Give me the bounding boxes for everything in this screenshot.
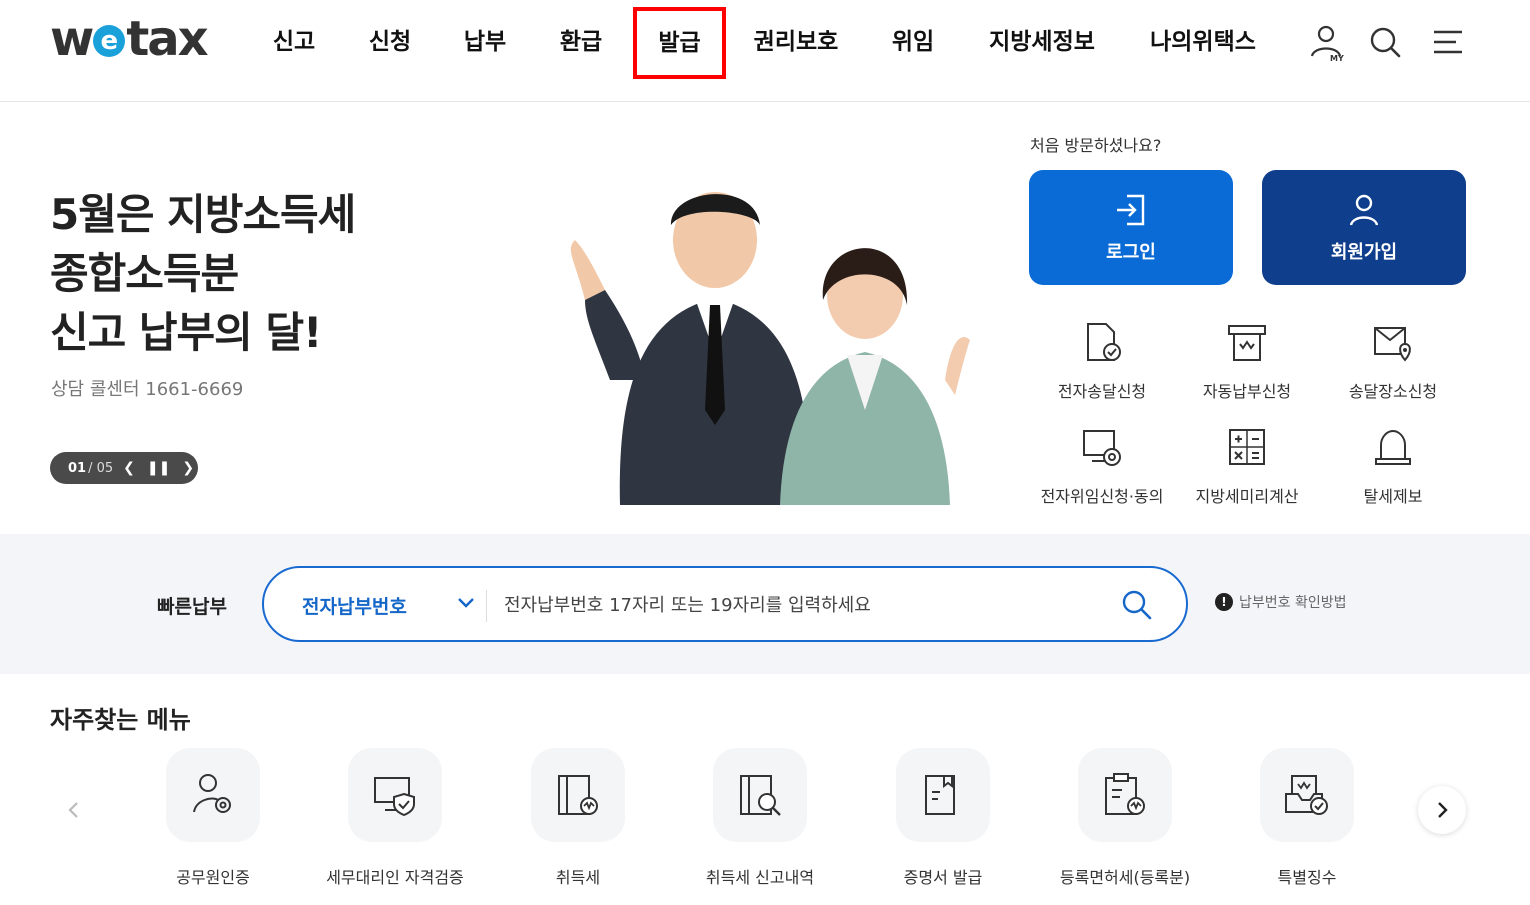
delivery-location-icon xyxy=(1374,327,1411,362)
freq-label: 등록면허세(등록분) xyxy=(1059,868,1191,887)
nav-refund[interactable]: 환급 xyxy=(559,18,603,68)
first-visit-question: 처음 방문하셨나요? xyxy=(1030,136,1162,155)
e-delegation-icon xyxy=(1083,430,1121,466)
freq-acquisition-history[interactable]: 취득세 신고내역 xyxy=(670,748,850,888)
frequent-next-button[interactable] xyxy=(1418,786,1466,834)
calculator-icon xyxy=(1229,429,1265,465)
user-icon xyxy=(1349,194,1379,226)
freq-label: 취득세 신고내역 xyxy=(705,868,815,887)
payment-number-input[interactable] xyxy=(504,584,1104,626)
slider-controls: 01 / 05 ❮ ❚❚ ❯ xyxy=(50,452,198,484)
logo-e-circle: e xyxy=(93,25,126,57)
quick-tax-evasion-report[interactable]: 탈세제보 xyxy=(1318,425,1468,507)
logo-text-w: w xyxy=(50,11,94,67)
freq-icon-box xyxy=(166,748,260,842)
info-exclamation-icon: ! xyxy=(1215,593,1233,611)
hero-title: 5월은 지방소득세 종합소득분 신고 납부의 달! xyxy=(50,185,356,362)
login-label: 로그인 xyxy=(1106,242,1156,263)
fast-pay-search: 전자납부번호 xyxy=(262,566,1188,642)
nav-rights[interactable]: 권리보호 xyxy=(752,18,840,68)
nav-my-wetax[interactable]: 나의위택스 xyxy=(1148,18,1258,68)
nav-payment[interactable]: 납부 xyxy=(463,18,507,68)
my-page-icon[interactable]: MY xyxy=(1306,22,1346,63)
freq-registration-tax[interactable]: 등록면허세(등록분) xyxy=(1035,748,1215,888)
login-button[interactable]: 로그인 xyxy=(1029,170,1233,285)
report-bell-icon xyxy=(1375,429,1411,465)
search-icon[interactable] xyxy=(1366,22,1406,62)
login-icon xyxy=(1117,194,1145,226)
logo-text-tax: tax xyxy=(126,11,208,67)
quick-e-delivery[interactable]: 전자송달신청 xyxy=(1027,320,1177,402)
freq-icon-box xyxy=(1078,748,1172,842)
auto-payment-icon xyxy=(1228,325,1266,361)
freq-icon-box xyxy=(1260,748,1354,842)
frequent-menu-title: 자주찾는 메뉴 xyxy=(50,706,191,734)
freq-label: 특별징수 xyxy=(1277,868,1337,887)
official-cert-icon xyxy=(193,774,231,813)
quick-label: 지방세미리계산 xyxy=(1195,487,1299,506)
nav-delegation[interactable]: 위임 xyxy=(891,18,935,68)
site-header: w e tax 신고 신청 납부 환급 발급 권리보호 위임 지방세정보 나의위택스… xyxy=(0,0,1530,102)
quick-auto-payment[interactable]: 자동납부신청 xyxy=(1172,320,1322,402)
slide-total: / 05 xyxy=(88,460,114,476)
special-collection-icon xyxy=(1285,775,1328,815)
fast-pay-label: 빠른납부 xyxy=(157,596,227,618)
freq-icon-box xyxy=(896,748,990,842)
freq-acquisition-tax[interactable]: 취득세 xyxy=(488,748,668,888)
help-link-label: 납부번호 확인방법 xyxy=(1239,595,1347,611)
wetax-logo[interactable]: w e tax xyxy=(50,11,209,67)
freq-label: 취득세 xyxy=(555,868,601,887)
e-delivery-icon xyxy=(1087,323,1121,361)
acquisition-history-icon xyxy=(740,775,781,816)
quick-label: 전자송달신청 xyxy=(1057,382,1147,401)
payment-number-select[interactable]: 전자납부번호 xyxy=(302,592,407,619)
quick-calculator[interactable]: 지방세미리계산 xyxy=(1172,425,1322,507)
agent-verify-icon xyxy=(374,777,415,817)
hero-title-line: 종합소득분 xyxy=(50,249,239,298)
signup-label: 회원가입 xyxy=(1330,242,1398,263)
freq-label: 세무대리인 자격검증 xyxy=(326,868,464,887)
hero-banner-image xyxy=(555,180,980,505)
menu-icon[interactable] xyxy=(1428,22,1468,62)
nav-report[interactable]: 신고 xyxy=(272,18,316,68)
quick-label: 자동납부신청 xyxy=(1202,382,1292,401)
freq-label: 공무원인증 xyxy=(176,868,250,887)
hero-title-line: 신고 납부의 달! xyxy=(50,308,322,357)
freq-official-cert[interactable]: 공무원인증 xyxy=(123,748,303,888)
slide-prev-icon[interactable]: ❮ xyxy=(123,460,135,476)
signup-button[interactable]: 회원가입 xyxy=(1262,170,1466,285)
slide-current: 01 xyxy=(68,460,87,476)
quick-label: 탈세제보 xyxy=(1363,487,1423,506)
acquisition-tax-icon xyxy=(558,775,598,815)
quick-label: 송달장소신청 xyxy=(1348,382,1438,401)
quick-e-delegation[interactable]: 전자위임신청·동의 xyxy=(1027,425,1177,507)
freq-agent-verify[interactable]: 세무대리인 자격검증 xyxy=(305,748,485,888)
freq-icon-box xyxy=(531,748,625,842)
registration-tax-icon xyxy=(1105,773,1145,815)
quick-label: 전자위임신청·동의 xyxy=(1040,487,1164,506)
freq-icon-box xyxy=(348,748,442,842)
payment-number-help-link[interactable]: ! 납부번호 확인방법 xyxy=(1215,592,1347,612)
freq-special-collection[interactable]: 특별징수 xyxy=(1217,748,1397,888)
chevron-left-icon xyxy=(68,802,78,818)
freq-label: 증명서 발급 xyxy=(903,868,983,887)
hero-title-line: 5월은 지방소득세 xyxy=(50,190,356,239)
svg-text:MY: MY xyxy=(1330,54,1344,62)
nav-local-tax-info[interactable]: 지방세정보 xyxy=(987,18,1097,68)
slide-pause-icon[interactable]: ❚❚ xyxy=(147,460,170,476)
slide-next-icon[interactable]: ❯ xyxy=(182,460,194,476)
chevron-down-icon[interactable] xyxy=(457,596,475,610)
freq-certificate[interactable]: 증명서 발급 xyxy=(853,748,1033,888)
freq-icon-box xyxy=(713,748,807,842)
certificate-icon xyxy=(925,775,955,815)
select-divider xyxy=(486,590,487,622)
search-submit-icon[interactable] xyxy=(1120,588,1154,622)
chevron-right-icon xyxy=(1438,802,1448,818)
call-center-text: 상담 콜센터 1661-6669 xyxy=(51,379,244,400)
quick-delivery-location[interactable]: 송달장소신청 xyxy=(1318,320,1468,402)
frequent-prev-button[interactable] xyxy=(50,786,98,834)
nav-apply[interactable]: 신청 xyxy=(368,18,412,68)
nav-issuance[interactable]: 발급 xyxy=(633,7,726,79)
